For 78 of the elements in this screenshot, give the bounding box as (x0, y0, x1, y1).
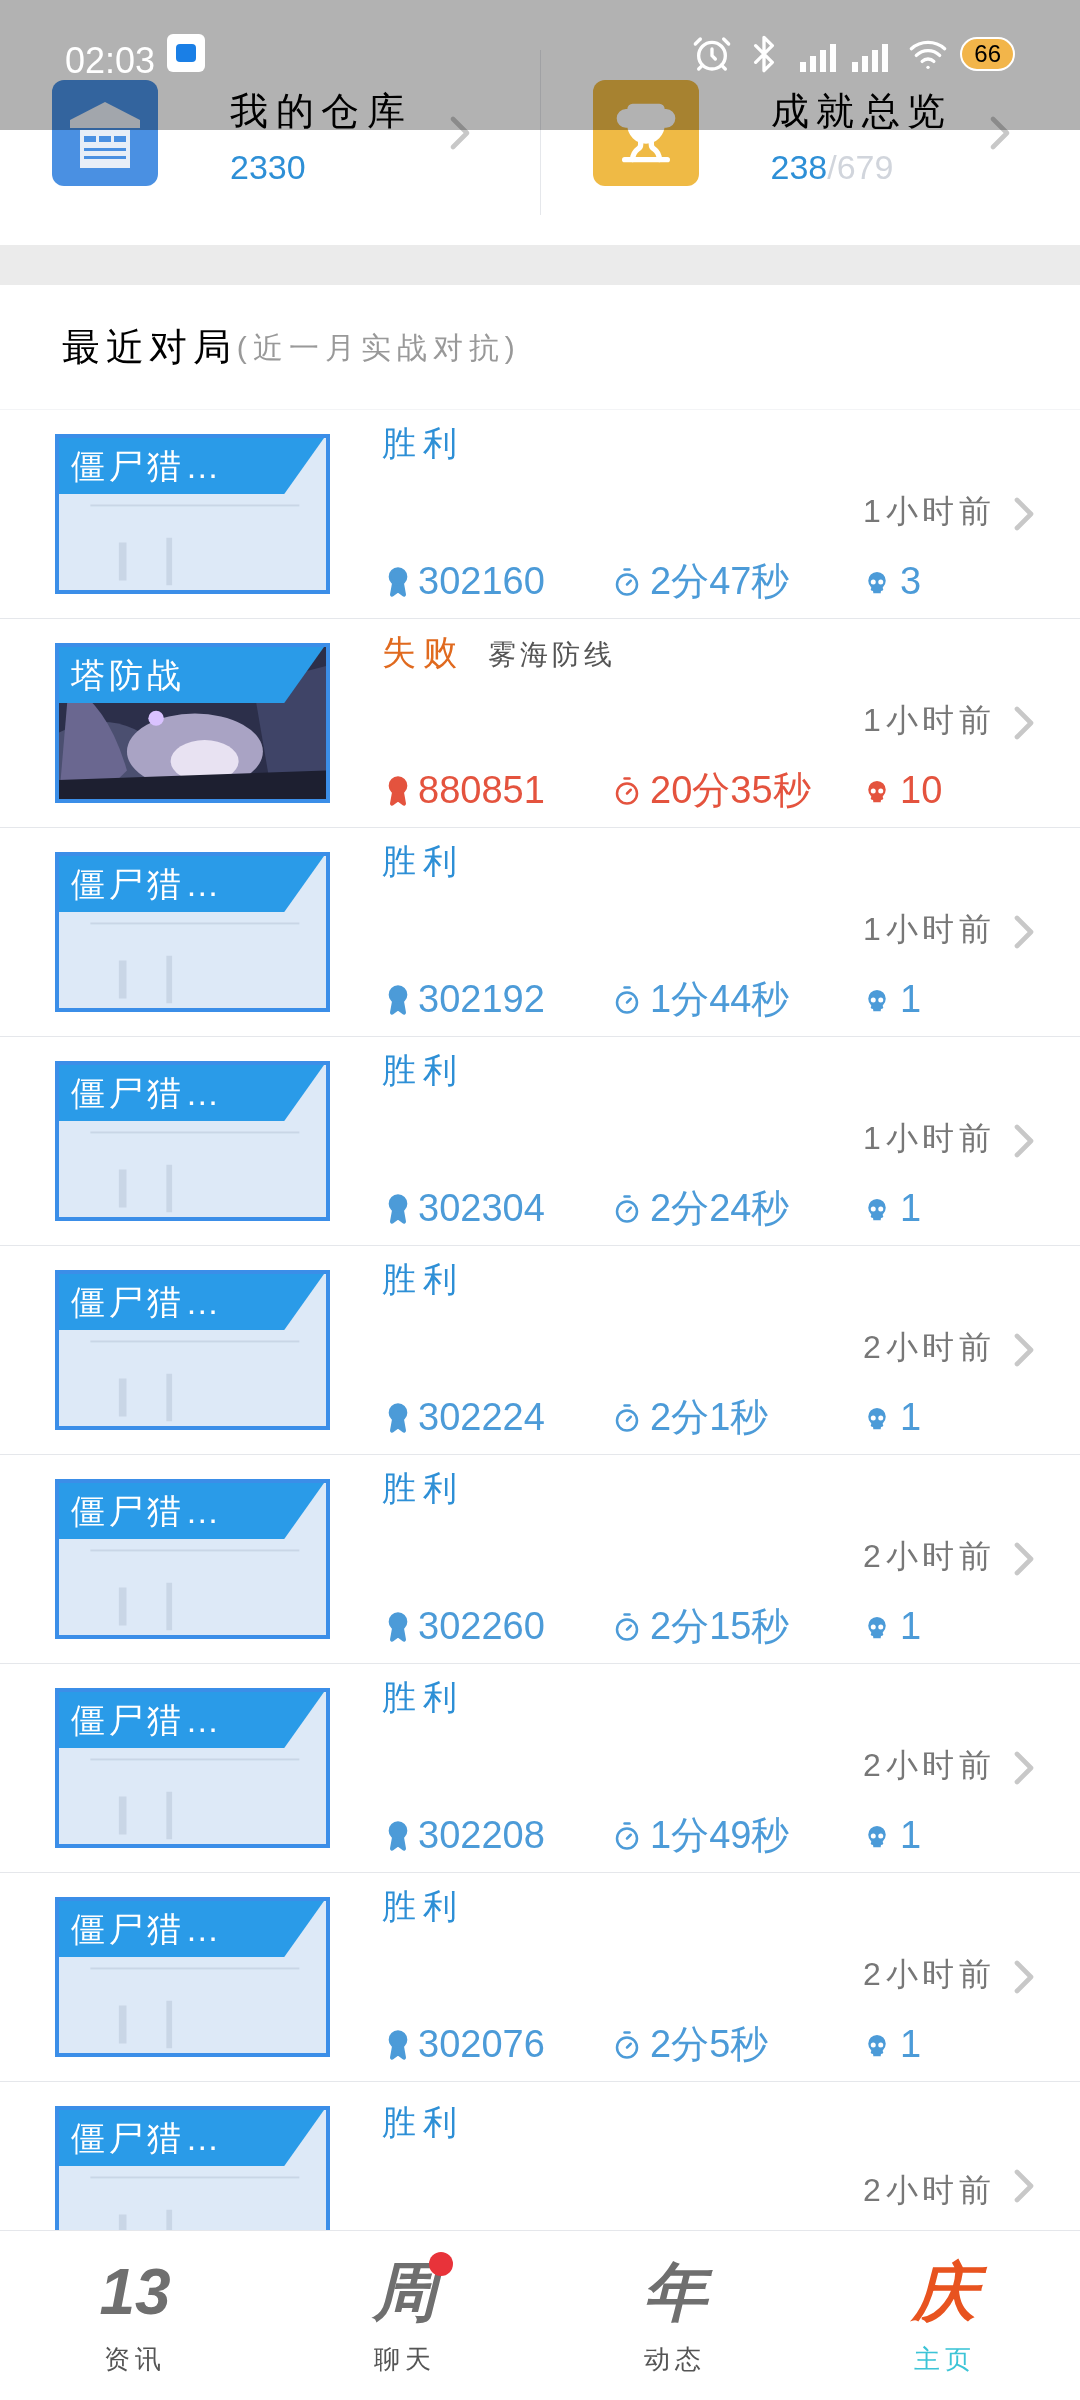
mode-thumbnail[interactable]: 僵尸猎… (55, 1479, 330, 1639)
nav-tab[interactable]: 庆 主页 (810, 2231, 1080, 2400)
death-count: 1 (900, 1813, 922, 1858)
status-time: 02:03 (65, 39, 156, 83)
match-time: 1小时前 (863, 492, 996, 531)
mode-thumbnail[interactable]: 僵尸猎… (55, 1061, 330, 1221)
mode-thumbnail[interactable]: 塔防战 (55, 643, 330, 803)
nav-tab[interactable]: 13 资讯 (0, 2231, 270, 2400)
duration: 2分1秒 (650, 1395, 769, 1440)
mode-thumbnail[interactable]: 僵尸猎… (55, 852, 330, 1012)
match-result: 胜利 (382, 1886, 464, 1927)
mode-thumbnail[interactable]: 僵尸猎… (55, 1270, 330, 1430)
match-result: 失败 (382, 632, 464, 673)
mode-thumbnail[interactable]: 僵尸猎… (55, 1897, 330, 2057)
mode-thumbnail[interactable]: 僵尸猎… (55, 434, 330, 594)
card-value: 2330 (230, 147, 306, 188)
duration: 2分47秒 (650, 559, 790, 604)
mode-label: 僵尸猎… (59, 1901, 324, 1957)
match-result: 胜利 (382, 1468, 464, 1509)
score: 302304 (418, 1186, 545, 1231)
match-result: 胜利 (382, 423, 464, 464)
mode-thumbnail[interactable]: 僵尸猎… (55, 2106, 330, 2230)
match-time: 2小时前 (863, 1746, 996, 1785)
battery-level: 66 (960, 37, 1015, 71)
match-time: 2小时前 (863, 1328, 996, 1367)
match-time: 2小时前 (863, 1955, 996, 1994)
match-time: 2小时前 (863, 1537, 996, 1576)
nav-glyph: 庆 (905, 2252, 985, 2332)
score: 302076 (418, 2022, 545, 2067)
mode-label: 僵尸猎… (59, 1483, 324, 1539)
card-title: 我的仓库 (230, 92, 413, 130)
score: 302208 (418, 1813, 545, 1858)
nav-glyph: 年 (635, 2252, 715, 2332)
score: 302160 (418, 559, 545, 604)
mode-label: 僵尸猎… (59, 856, 324, 912)
death-count: 1 (900, 1604, 922, 1649)
app-notification-icon (167, 34, 206, 72)
section-title: 最近对局 (62, 324, 237, 370)
warehouse-icon (52, 79, 158, 186)
mode-thumbnail[interactable]: 僵尸猎… (55, 1688, 330, 1848)
score: 302260 (418, 1604, 545, 1649)
match-time: 2小时前 (863, 2170, 996, 2210)
nav-glyph: 13 (98, 2255, 172, 2330)
alarm-icon (692, 34, 733, 74)
score: 880851 (418, 768, 545, 813)
mode-label: 僵尸猎… (59, 2110, 324, 2166)
duration: 20分35秒 (650, 768, 811, 813)
death-count: 1 (900, 2022, 922, 2067)
match-result: 胜利 (382, 1050, 464, 1091)
match-time: 1小时前 (863, 910, 996, 949)
duration: 2分15秒 (650, 1604, 790, 1649)
card-value: 238 (770, 147, 828, 188)
map-name: 雾海防线 (487, 638, 617, 672)
duration: 2分5秒 (650, 2022, 769, 2067)
nav-tab[interactable]: 年 动态 (540, 2231, 810, 2400)
mode-label: 僵尸猎… (59, 438, 324, 494)
death-count: 10 (900, 768, 943, 813)
card-title: 成就总览 (770, 92, 953, 130)
match-result: 胜利 (382, 2101, 464, 2143)
match-result: 胜利 (382, 841, 464, 882)
duration: 1分44秒 (650, 977, 790, 1022)
death-count: 1 (900, 1186, 922, 1231)
death-count: 1 (900, 1395, 922, 1440)
match-result: 胜利 (382, 1259, 464, 1300)
duration: 1分49秒 (650, 1813, 790, 1858)
score: 302224 (418, 1395, 545, 1440)
mode-label: 塔防战 (59, 647, 324, 703)
duration: 2分24秒 (650, 1186, 790, 1231)
mode-label: 僵尸猎… (59, 1065, 324, 1121)
match-result: 胜利 (382, 1677, 464, 1718)
match-time: 1小时前 (863, 1119, 996, 1158)
mode-label: 僵尸猎… (59, 1274, 324, 1330)
mode-label: 僵尸猎… (59, 1692, 324, 1748)
section-subtitle: (近一月实战对抗) (236, 329, 521, 366)
match-time: 1小时前 (863, 701, 996, 740)
score: 302192 (418, 977, 545, 1022)
death-count: 3 (900, 559, 922, 604)
death-count: 1 (900, 977, 922, 1022)
